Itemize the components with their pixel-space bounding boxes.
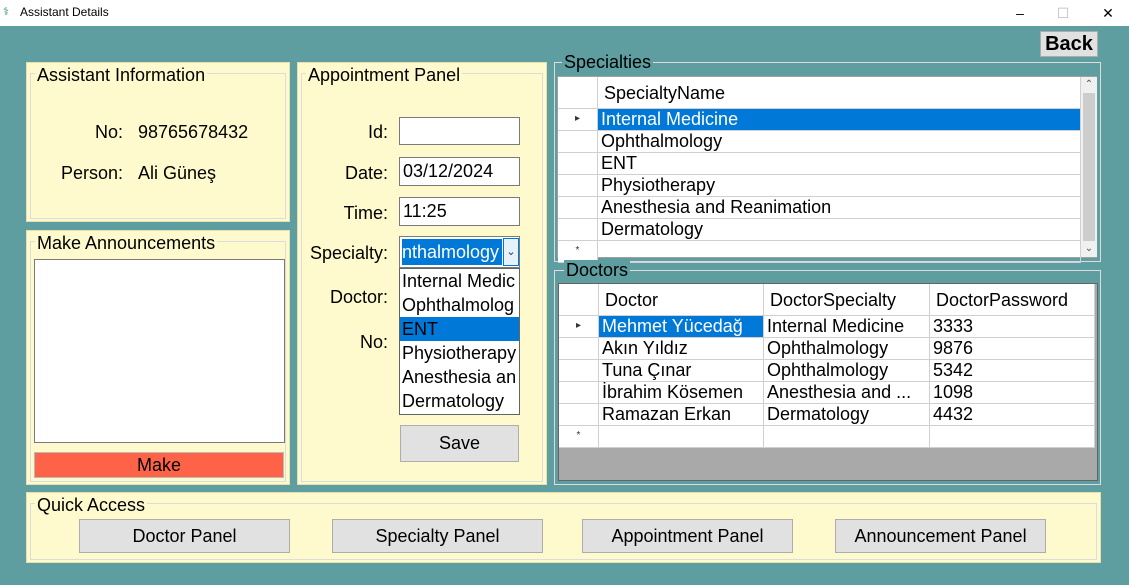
specialties-column-header[interactable]: SpecialtyName — [598, 77, 1081, 109]
specialty-cell[interactable]: Dermatology — [598, 219, 1081, 241]
quick-access-panel: Quick Access Doctor Panel Specialty Pane… — [26, 492, 1101, 563]
window-title: Assistant Details — [20, 5, 109, 19]
doctor-name-cell[interactable]: İbrahim Kösemen — [599, 382, 764, 404]
doctor-specialty-cell[interactable]: Dermatology — [764, 404, 930, 426]
specialty-dropdown-list[interactable]: Internal Medic Ophthalmolog ENT Physiothera… — [399, 268, 520, 415]
doctors-column-header[interactable]: DoctorSpecialty — [764, 284, 930, 316]
no-label: No: — [359, 332, 388, 352]
new-row-cell[interactable] — [598, 241, 1081, 263]
time-field[interactable]: 11:25 — [399, 197, 520, 226]
specialty-cell[interactable]: Physiotherapy — [598, 175, 1081, 197]
announcements-title: Make Announcements — [35, 233, 218, 253]
doctors-grid[interactable]: Doctor DoctorSpecialty DoctorPassword ▸ Meh… — [558, 283, 1098, 481]
dropdown-option[interactable]: Physiotherapy — [400, 341, 519, 365]
new-row-marker[interactable]: * — [559, 426, 599, 448]
doctors-column-header[interactable]: DoctorPassword — [930, 284, 1095, 316]
dropdown-option[interactable]: Dermatology — [400, 389, 519, 413]
close-button[interactable]: ✕ — [1085, 0, 1129, 26]
specialty-cell[interactable]: ENT — [598, 153, 1081, 175]
doctor-specialty-cell[interactable]: Anesthesia and ... — [764, 382, 930, 404]
doctor-specialty-cell[interactable]: Ophthalmology — [764, 338, 930, 360]
doctor-name-cell[interactable]: Tuna Çınar — [599, 360, 764, 382]
dropdown-option[interactable]: Ophthalmolog — [400, 293, 519, 317]
specialties-grid[interactable]: SpecialtyName ▸ Internal Medicine Ophthalm… — [557, 76, 1097, 263]
maximize-button[interactable]: ☐ — [1040, 0, 1086, 26]
time-label: Time: — [343, 203, 388, 223]
dropdown-option[interactable]: ENT — [400, 317, 519, 341]
doctor-name-cell[interactable]: Ramazan Erkan — [599, 404, 764, 426]
new-row-cell[interactable] — [599, 426, 764, 448]
back-button[interactable]: Back — [1040, 31, 1098, 57]
chevron-down-icon[interactable]: ⌄ — [503, 238, 519, 266]
specialty-combobox[interactable]: nthalmology ⌄ — [399, 236, 520, 268]
specialties-scrollbar[interactable]: ⌃ ⌄ — [1081, 77, 1097, 257]
quick-access-title: Quick Access — [35, 495, 148, 515]
minimize-button[interactable]: – — [997, 0, 1043, 26]
doctor-name-cell[interactable]: Mehmet Yücedağ — [599, 316, 764, 338]
specialty-cell[interactable]: Anesthesia and Reanimation — [598, 197, 1081, 219]
doctor-label: Doctor: — [329, 287, 388, 307]
announcement-panel-button[interactable]: Announcement Panel — [835, 519, 1046, 553]
doctor-specialty-cell[interactable]: Ophthalmology — [764, 360, 930, 382]
scroll-up-icon[interactable]: ⌃ — [1081, 77, 1097, 93]
appointment-panel: Appointment Panel Id: Date: 03/12/2024 T… — [297, 62, 547, 485]
doctor-password-cell[interactable]: 9876 — [930, 338, 1095, 360]
assistant-info-panel: Assistant Information No: 98765678432 Pe… — [26, 62, 290, 222]
assistant-info-title: Assistant Information — [35, 65, 208, 85]
specialty-cell[interactable]: Internal Medicine — [598, 109, 1081, 131]
dropdown-option[interactable]: Internal Medic — [400, 269, 519, 293]
doctor-password-cell[interactable]: 3333 — [930, 316, 1095, 338]
assistant-no-label: No: — [94, 122, 123, 142]
stethoscope-icon: ⚕ — [3, 6, 9, 18]
doctor-password-cell[interactable]: 1098 — [930, 382, 1095, 404]
doctor-password-cell[interactable]: 4432 — [930, 404, 1095, 426]
id-field[interactable] — [399, 117, 520, 145]
assistant-person-label: Person: — [60, 163, 123, 183]
row-header[interactable] — [558, 219, 598, 241]
row-header[interactable] — [559, 382, 599, 404]
row-header[interactable] — [559, 360, 599, 382]
new-row-cell[interactable] — [930, 426, 1095, 448]
date-label: Date: — [344, 163, 388, 183]
new-row-cell[interactable] — [764, 426, 930, 448]
dropdown-option[interactable]: Anesthesia an — [400, 365, 519, 389]
specialty-cell[interactable]: Ophthalmology — [598, 131, 1081, 153]
title-bar: ⚕ Assistant Details – ☐ ✕ — [0, 0, 1129, 26]
make-button[interactable]: Make — [34, 452, 284, 478]
specialty-panel-button[interactable]: Specialty Panel — [332, 519, 543, 553]
row-header[interactable]: ▸ — [558, 109, 598, 131]
doctor-panel-button[interactable]: Doctor Panel — [79, 519, 290, 553]
row-header[interactable] — [558, 131, 598, 153]
specialty-label: Specialty: — [309, 243, 388, 263]
announcements-panel: Make Announcements Make — [26, 230, 290, 485]
assistant-person-value: Ali Güneş — [138, 163, 217, 183]
specialties-title: Specialties — [562, 52, 654, 72]
doctor-specialty-cell[interactable]: Internal Medicine — [764, 316, 930, 338]
save-button[interactable]: Save — [400, 425, 519, 462]
scroll-thumb[interactable] — [1083, 93, 1095, 241]
row-header[interactable] — [558, 175, 598, 197]
doctor-password-cell[interactable]: 5342 — [930, 360, 1095, 382]
specialties-group: Specialties SpecialtyName ▸ Internal Medi… — [554, 52, 1101, 263]
announcement-textarea[interactable] — [34, 259, 285, 443]
id-label: Id: — [367, 122, 388, 142]
scroll-down-icon[interactable]: ⌄ — [1081, 241, 1097, 257]
assistant-no-value: 98765678432 — [138, 122, 249, 142]
row-header[interactable] — [559, 338, 599, 360]
row-header[interactable] — [558, 153, 598, 175]
doctor-name-cell[interactable]: Akın Yıldız — [599, 338, 764, 360]
specialty-combobox-value: nthalmology — [402, 239, 502, 265]
doctors-group: Doctors Doctor DoctorSpecialty DoctorPassw… — [554, 260, 1101, 485]
doctors-title: Doctors — [564, 260, 631, 280]
row-header[interactable]: ▸ — [559, 316, 599, 338]
appointment-panel-button[interactable]: Appointment Panel — [582, 519, 793, 553]
date-field[interactable]: 03/12/2024 — [399, 157, 520, 186]
doctors-column-header[interactable]: Doctor — [599, 284, 764, 316]
row-header[interactable] — [558, 197, 598, 219]
appointment-title: Appointment Panel — [306, 65, 463, 85]
row-header[interactable] — [559, 404, 599, 426]
